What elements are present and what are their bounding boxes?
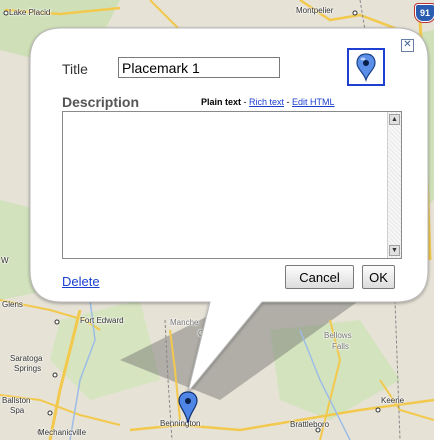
delete-link[interactable]: Delete — [62, 274, 100, 289]
format-separator: - — [284, 97, 293, 107]
map-label-saratoga: Saratoga — [10, 354, 43, 363]
map-label-fort-edward: Fort Edward — [80, 316, 124, 325]
plain-text-option: Plain text — [201, 97, 242, 107]
ok-button[interactable]: OK — [362, 265, 395, 289]
map-label-bellows: Bellows — [324, 331, 352, 340]
map-label-ballston: Ballston — [2, 396, 31, 405]
map-label-mechanicville: Mechanicville — [38, 428, 87, 437]
map-label-bellows-falls: Falls — [332, 342, 349, 351]
close-icon[interactable]: ✕ — [401, 39, 414, 52]
cancel-button[interactable]: Cancel — [285, 265, 354, 289]
map-label-glens-falls: Glens — [2, 300, 23, 309]
format-separator: - — [241, 97, 250, 107]
title-input[interactable] — [118, 57, 280, 78]
map-label-manchester: Manche — [170, 318, 199, 327]
map-label-manchester-center: Cen — [198, 329, 213, 338]
map-label-springs: Springs — [14, 364, 42, 373]
edit-html-link[interactable]: Edit HTML — [292, 97, 335, 107]
description-scrollbar[interactable]: ▲ ▼ — [387, 112, 401, 258]
map-label-montpelier: Montpelier — [296, 6, 334, 15]
interstate-shield-icon: 91 — [415, 4, 434, 22]
rich-text-link[interactable]: Rich text — [249, 97, 284, 107]
map-label-brattleboro: Brattleboro — [290, 420, 330, 429]
title-label: Title — [62, 61, 88, 77]
map-label-spa: Spa — [10, 406, 25, 415]
map-label-lake-placid: Lake Placid — [9, 8, 51, 17]
scroll-up-arrow-icon[interactable]: ▲ — [389, 114, 400, 125]
format-links: Plain text - Rich text - Edit HTML — [201, 97, 335, 107]
scroll-down-arrow-icon[interactable]: ▼ — [389, 245, 400, 256]
placemark-marker-icon[interactable] — [176, 390, 200, 426]
description-label: Description — [62, 94, 140, 110]
map-label-w: W — [1, 256, 9, 265]
map-label-keene: Keene — [381, 396, 405, 405]
description-textarea[interactable]: ▲ ▼ — [62, 111, 402, 259]
placemark-icon-picker[interactable] — [347, 48, 385, 86]
map-viewport[interactable]: Lake Placid Montpelier 91 W Glens Fort E… — [0, 0, 434, 440]
placemark-icon — [356, 53, 376, 83]
